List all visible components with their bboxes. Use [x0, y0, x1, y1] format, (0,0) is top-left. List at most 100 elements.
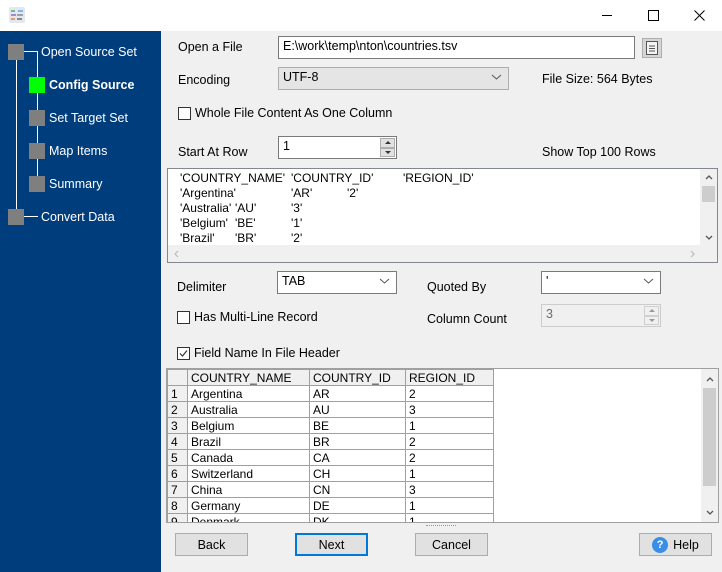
step-label: Open Source Set — [41, 45, 137, 59]
preview-vertical-scrollbar[interactable] — [700, 169, 717, 245]
row-number[interactable]: 9 — [167, 513, 188, 522]
step-set-target-set: Set Target Set — [29, 109, 128, 127]
table-cell[interactable]: Australia — [187, 401, 310, 418]
table-cell[interactable]: China — [187, 481, 310, 498]
row-number[interactable]: 8 — [167, 497, 188, 514]
table-cell[interactable]: 3 — [405, 401, 494, 418]
spin-up-button[interactable] — [380, 138, 395, 148]
scroll-down-button[interactable] — [701, 504, 718, 520]
scroll-down-button[interactable] — [700, 229, 717, 245]
preview-cell: 'Belgium' — [180, 216, 228, 230]
browse-file-button[interactable] — [642, 38, 662, 58]
quoted-by-select[interactable]: ' — [541, 271, 661, 294]
scroll-up-button[interactable] — [700, 169, 717, 185]
quoted-by-value: ' — [546, 274, 549, 288]
whole-file-checkbox[interactable]: Whole File Content As One Column — [178, 106, 392, 120]
preview-cell: 'REGION_ID' — [403, 171, 474, 185]
table-cell[interactable]: 3 — [405, 481, 494, 498]
table-cell[interactable]: BE — [309, 417, 406, 434]
grid-vertical-scrollbar[interactable] — [701, 369, 718, 522]
checkbox-box[interactable] — [177, 310, 190, 324]
step-status-icon — [29, 110, 45, 126]
table-cell[interactable]: Denmark — [187, 513, 310, 522]
row-number[interactable]: 4 — [167, 433, 188, 450]
table-cell[interactable]: BR — [309, 433, 406, 450]
table-cell[interactable]: CN — [309, 481, 406, 498]
table-cell[interactable]: DE — [309, 497, 406, 514]
close-button[interactable] — [676, 0, 722, 31]
delimiter-select[interactable]: TAB — [277, 271, 397, 294]
table-cell[interactable]: Belgium — [187, 417, 310, 434]
checkbox-box[interactable] — [178, 106, 191, 120]
wizard-steps-sidebar: Open Source Set Config Source Set Target… — [0, 31, 161, 572]
table-row[interactable]: 1 Argentina AR 2 — [167, 385, 494, 402]
table-cell[interactable]: Brazil — [187, 433, 310, 450]
table-cell[interactable]: 1 — [405, 465, 494, 482]
row-number[interactable]: 2 — [167, 401, 188, 418]
table-cell[interactable]: Switzerland — [187, 465, 310, 482]
table-row[interactable]: 2 Australia AU 3 — [167, 401, 494, 418]
raw-file-preview[interactable]: 'COUNTRY_NAME' 'COUNTRY_ID' 'REGION_ID' … — [167, 168, 718, 263]
table-row[interactable]: 6 Switzerland CH 1 — [167, 465, 494, 482]
row-number[interactable]: 1 — [167, 385, 188, 402]
table-cell[interactable]: DK — [309, 513, 406, 522]
table-cell[interactable]: AU — [309, 401, 406, 418]
table-row[interactable]: 4 Brazil BR 2 — [167, 433, 494, 450]
table-row[interactable]: 9 Denmark DK 1 — [167, 513, 494, 522]
preview-cell: 'Argentina' — [180, 186, 236, 200]
preview-cell: '3' — [291, 201, 303, 215]
help-button[interactable]: ? Help — [639, 533, 712, 556]
table-cell[interactable]: CA — [309, 449, 406, 466]
checkbox-box[interactable] — [177, 346, 190, 360]
column-header[interactable]: REGION_ID — [405, 369, 494, 386]
panel-splitter[interactable] — [426, 525, 456, 528]
cancel-button[interactable]: Cancel — [415, 533, 488, 556]
start-row-spinner[interactable]: 1 — [278, 136, 397, 159]
table-row[interactable]: 8 Germany DE 1 — [167, 497, 494, 514]
column-header[interactable]: COUNTRY_NAME — [187, 369, 310, 386]
tree-line-outer — [16, 51, 17, 217]
spin-down-button[interactable] — [380, 147, 395, 157]
row-number[interactable]: 3 — [167, 417, 188, 434]
table-cell[interactable]: CH — [309, 465, 406, 482]
table-cell[interactable]: Germany — [187, 497, 310, 514]
tree-connector — [24, 51, 38, 52]
field-name-header-checkbox[interactable]: Field Name In File Header — [177, 346, 340, 360]
next-button[interactable]: Next — [295, 533, 368, 556]
preview-cell: 'BR' — [235, 231, 257, 245]
preview-horizontal-scrollbar[interactable] — [168, 245, 717, 262]
chevron-down-icon — [643, 278, 654, 284]
scroll-up-button[interactable] — [701, 371, 718, 387]
column-header[interactable]: COUNTRY_ID — [309, 369, 406, 386]
scroll-thumb[interactable] — [702, 186, 715, 202]
table-cell[interactable]: Argentina — [187, 385, 310, 402]
table-row[interactable]: 7 China CN 3 — [167, 481, 494, 498]
table-cell[interactable]: 2 — [405, 385, 494, 402]
chevron-left-icon[interactable] — [174, 250, 179, 258]
maximize-button[interactable] — [630, 0, 676, 31]
table-row[interactable]: 3 Belgium BE 1 — [167, 417, 494, 434]
table-cell[interactable]: Canada — [187, 449, 310, 466]
encoding-value: UTF-8 — [283, 70, 319, 84]
table-cell[interactable]: 2 — [405, 449, 494, 466]
table-cell[interactable]: AR — [309, 385, 406, 402]
table-cell[interactable]: 1 — [405, 417, 494, 434]
row-number[interactable]: 5 — [167, 449, 188, 466]
row-number[interactable]: 7 — [167, 481, 188, 498]
chevron-right-icon[interactable] — [690, 250, 695, 258]
table-cell[interactable]: 1 — [405, 497, 494, 514]
open-file-label: Open a File — [178, 40, 243, 54]
scroll-thumb[interactable] — [703, 388, 716, 486]
table-cell[interactable]: 1 — [405, 513, 494, 522]
back-button[interactable]: Back — [175, 533, 248, 556]
row-number[interactable]: 6 — [167, 465, 188, 482]
multiline-record-checkbox[interactable]: Has Multi-Line Record — [177, 310, 318, 324]
encoding-select[interactable]: UTF-8 — [278, 67, 509, 90]
minimize-button[interactable] — [584, 0, 630, 31]
step-status-icon — [29, 143, 45, 159]
file-path-input[interactable]: E:\work\temp\nton\countries.tsv — [278, 36, 635, 59]
parsed-data-grid[interactable]: COUNTRY_NAME COUNTRY_ID REGION_ID 1 Argen… — [166, 368, 719, 523]
table-row[interactable]: 5 Canada CA 2 — [167, 449, 494, 466]
preview-cell: 'Australia' — [180, 201, 232, 215]
table-cell[interactable]: 2 — [405, 433, 494, 450]
